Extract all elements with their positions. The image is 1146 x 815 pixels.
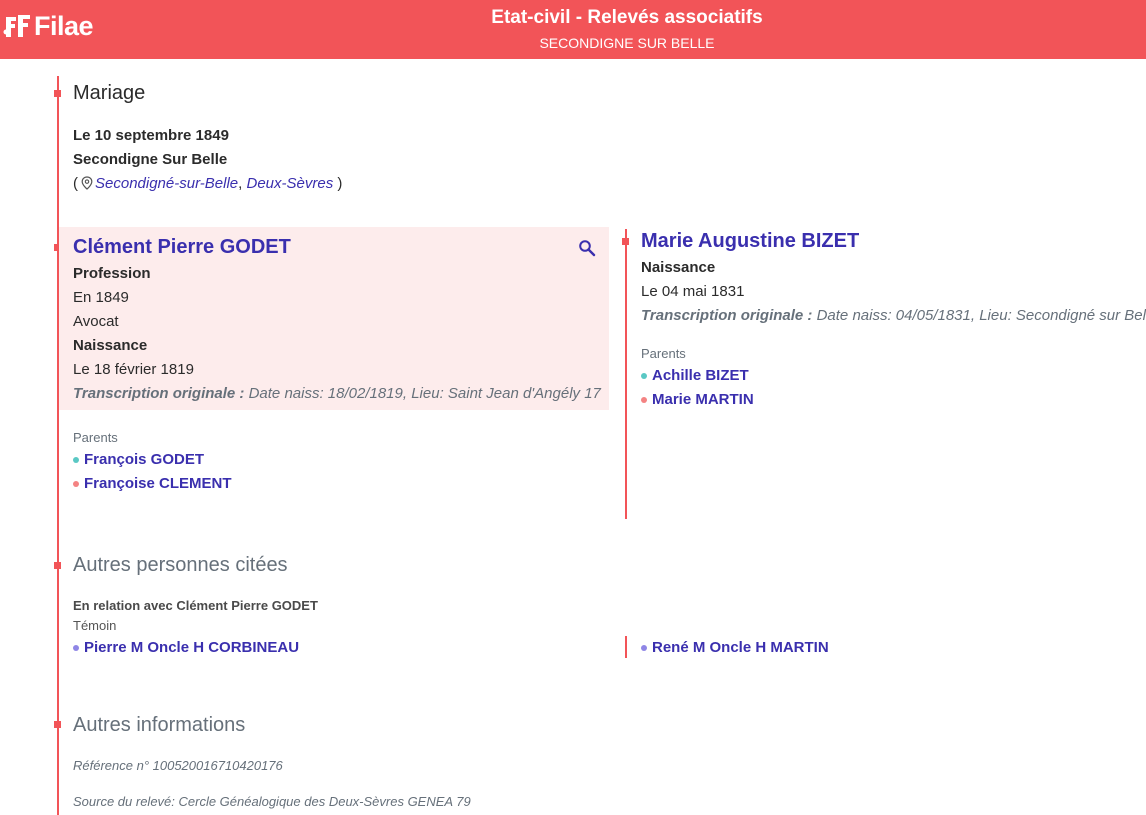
bride-father-name[interactable]: Achille BIZET [652,367,749,384]
page-subtitle: SECONDIGNE SUR BELLE [539,35,715,51]
groom-profession-label: Profession [73,265,151,282]
bride-timeline-line [625,229,627,519]
bride-father[interactable]: Achille BIZET [641,367,749,384]
groom-transcription: Transcription originale : Date naiss: 18… [73,385,601,402]
transcription-label: Transcription originale : [641,307,813,324]
timeline-line [57,76,59,815]
other-person-1-name[interactable]: Pierre M Oncle H CORBINEAU [84,639,299,656]
bride-parents-label: Parents [641,346,686,361]
relation-label: En relation avec Clément Pierre GODET [73,598,318,613]
other-person-2[interactable]: René M Oncle H MARTIN [641,639,829,656]
groom-parents-label: Parents [73,430,118,445]
role-label: Témoin [73,618,117,633]
info-title: Autres informations [73,714,246,736]
other-person-divider [625,636,627,658]
comma: , [238,175,243,192]
location-pin-icon [81,176,93,190]
bride-transcription: Transcription originale : Date naiss: 04… [641,307,1146,324]
groom-mother-name[interactable]: Françoise CLEMENT [84,475,232,492]
reference-number: Référence n° 100520016710420176 [73,758,283,773]
groom-profession-value: Avocat [73,313,119,330]
transcription-value: Date naiss: 04/05/1831, Lieu: Secondigné… [816,307,1146,324]
transcription-value: Date naiss: 18/02/1819, Lieu: Saint Jean… [248,385,601,402]
timeline-marker [54,90,61,97]
timeline-marker [54,721,61,728]
male-dot-icon [641,372,647,379]
bride-name[interactable]: Marie Augustine BIZET [641,230,859,253]
groom-father[interactable]: François GODET [73,451,204,468]
female-dot-icon [73,480,79,487]
groom-birth-date: Le 18 février 1819 [73,361,194,378]
person-dot-icon [73,644,79,651]
event-title: Mariage [73,82,146,104]
groom-mother[interactable]: Françoise CLEMENT [73,475,232,492]
groom-name[interactable]: Clément Pierre GODET [73,236,291,259]
bride-mother-name[interactable]: Marie MARTIN [652,391,754,408]
event-location-line: ( Secondigné-sur-Belle, Deux-Sèvres ) [73,175,342,192]
person-dot-icon [641,644,647,651]
department-link[interactable]: Deux-Sèvres [247,175,334,192]
close-paren: ) [337,175,343,192]
top-header: Filae Etat-civil - Relevés associatifs S… [0,0,1146,59]
female-dot-icon [641,396,647,403]
bride-mother[interactable]: Marie MARTIN [641,391,754,408]
bride-birth-label: Naissance [641,259,716,276]
open-paren: ( [73,175,78,192]
search-icon[interactable] [578,239,596,257]
groom-father-name[interactable]: François GODET [84,451,204,468]
other-person-1[interactable]: Pierre M Oncle H CORBINEAU [73,639,299,656]
groom-profession-date: En 1849 [73,289,129,306]
event-date: Le 10 septembre 1849 [73,127,229,144]
transcription-label: Transcription originale : [73,385,245,402]
source-text: Source du relevé: Cercle Généalogique de… [73,794,471,809]
other-person-2-name[interactable]: René M Oncle H MARTIN [652,639,829,656]
commune-link[interactable]: Secondigné-sur-Belle [95,175,238,192]
event-place: Secondigne Sur Belle [73,151,228,168]
timeline-marker [622,238,629,245]
others-title: Autres personnes citées [73,554,288,576]
groom-birth-label: Naissance [73,337,148,354]
male-dot-icon [73,456,79,463]
bride-birth-date: Le 04 mai 1831 [641,283,745,300]
timeline-marker [54,562,61,569]
page-title: Etat-civil - Relevés associatifs [491,7,763,28]
